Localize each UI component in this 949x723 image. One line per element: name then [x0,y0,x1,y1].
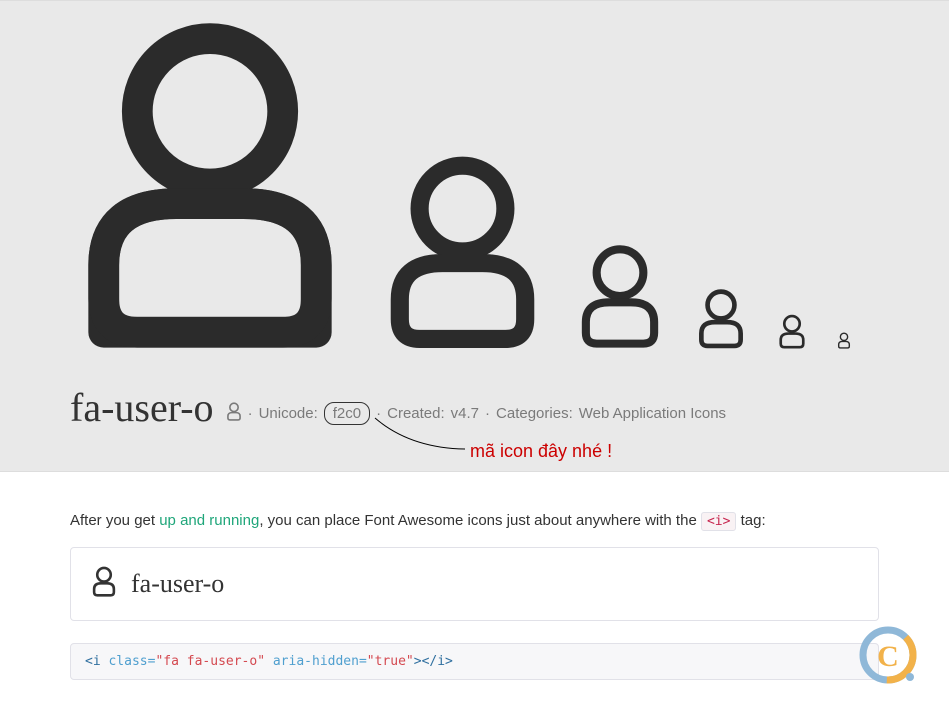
usage-description: After you get up and running, you can pl… [70,512,879,529]
user-outline-icon [226,402,242,425]
title-row: fa-user-o · Unicode: f2c0 · Created: v4.… [70,384,879,431]
user-outline-icon [91,566,117,602]
unicode-label: Unicode: [259,405,318,422]
example-label: fa-user-o [131,569,224,599]
user-outline-icon [777,314,807,354]
icon-meta: · Unicode: f2c0 · Created: v4.7 · Catego… [226,402,727,425]
usage-section: After you get up and running, you can pl… [0,472,949,700]
unicode-value-highlight: f2c0 [324,402,370,425]
up-and-running-link[interactable]: up and running [159,512,259,529]
created-value: v4.7 [451,405,479,422]
user-outline-icon [695,288,747,354]
separator: · [485,405,490,422]
i-tag-code: <i> [701,512,736,531]
user-outline-icon [837,332,851,354]
example-preview-box: fa-user-o [70,547,879,621]
user-outline-icon [380,154,545,354]
icon-title: fa-user-o [70,384,214,431]
categories-label: Categories: [496,405,573,422]
icon-jumbotron: fa-user-o · Unicode: f2c0 · Created: v4.… [0,0,949,472]
user-outline-icon [575,243,665,354]
separator: · [376,405,381,422]
separator: · [248,405,253,422]
icon-size-row [70,19,879,354]
categories-value: Web Application Icons [579,405,726,422]
annotation-text: mã icon đây nhé ! [470,441,612,462]
code-snippet-block[interactable]: <i class="fa fa-user-o" aria-hidden="tru… [70,643,879,680]
user-outline-icon [70,19,350,354]
created-label: Created: [387,405,445,422]
